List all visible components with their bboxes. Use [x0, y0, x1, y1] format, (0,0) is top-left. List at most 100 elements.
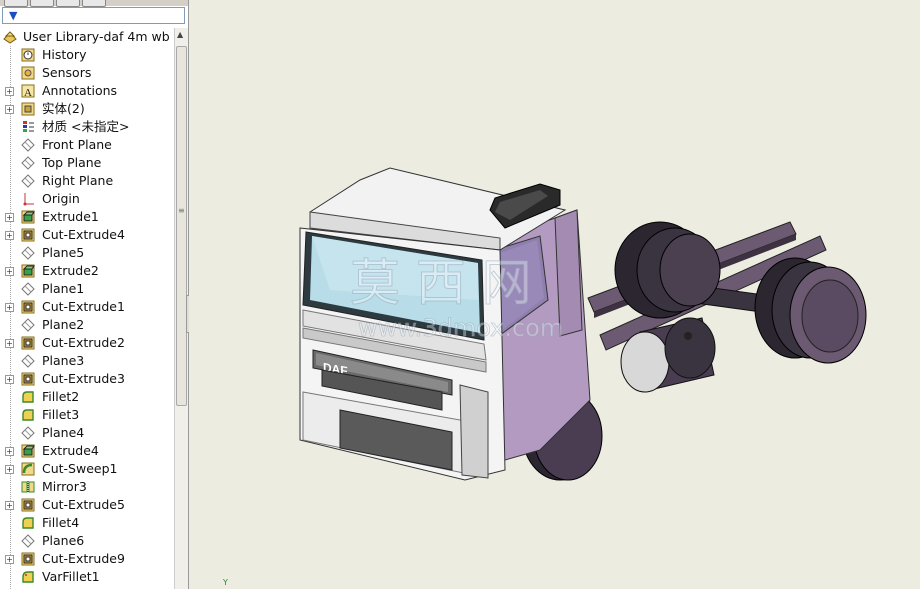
tree-item-[interactable]: 材质 <未指定>: [0, 118, 174, 136]
plane-icon: [21, 246, 35, 260]
tree-item-label: Annotations: [42, 83, 118, 98]
tree-root-label: User Library-daf 4m wb tr: [23, 29, 174, 44]
plane-icon: [21, 174, 35, 188]
tree-item-label: Front Plane: [42, 137, 112, 152]
tree-item-mirror3[interactable]: Mirror3: [0, 478, 174, 496]
solid-bodies-icon: [21, 102, 35, 116]
tab-configuration-manager[interactable]: [56, 0, 80, 7]
tree-item-plane6[interactable]: Plane6: [0, 532, 174, 550]
tree-item-label: Plane1: [42, 281, 85, 296]
tree-item-label: Cut-Extrude9: [42, 551, 125, 566]
scrollbar-thumb[interactable]: [176, 46, 187, 406]
tree-item-extrude1[interactable]: + Extrude1: [0, 208, 174, 226]
expand-icon[interactable]: +: [5, 267, 14, 276]
tree-item-cut-extrude5[interactable]: + Cut-Extrude5: [0, 496, 174, 514]
tree-item-label: Cut-Extrude3: [42, 371, 125, 386]
tree-item-extrude4[interactable]: + Extrude4: [0, 442, 174, 460]
tree-item-cut-extrude1[interactable]: + Cut-Extrude1: [0, 298, 174, 316]
expand-icon[interactable]: +: [5, 447, 14, 456]
tree-item-label: Plane5: [42, 245, 85, 260]
tree-item-cut-extrude3[interactable]: + Cut-Extrude3: [0, 370, 174, 388]
scroll-grip-icon: ≡: [178, 206, 185, 215]
expand-icon[interactable]: +: [5, 231, 14, 240]
extrude-icon: [21, 264, 35, 278]
tree-item-plane2[interactable]: Plane2: [0, 316, 174, 334]
tree-item-plane4[interactable]: Plane4: [0, 424, 174, 442]
tree-item-label: 材质 <未指定>: [42, 119, 130, 134]
svg-text:A: A: [24, 87, 32, 98]
cut-extrude-icon: [21, 228, 35, 242]
tree-item-origin[interactable]: Origin: [0, 190, 174, 208]
plane-icon: [21, 138, 35, 152]
tree-item-label: Fillet3: [42, 407, 80, 422]
truck-model: DAF 莫 西 网 www.3dmox.com: [299, 167, 867, 481]
tree-root-part[interactable]: User Library-daf 4m wb tr: [0, 28, 174, 46]
tree-item-plane5[interactable]: Plane5: [0, 244, 174, 262]
expand-icon[interactable]: +: [5, 555, 14, 564]
tree-item-label: Plane3: [42, 353, 85, 368]
tree-item-fillet2[interactable]: Fillet2: [0, 388, 174, 406]
tree-item-cut-sweep1[interactable]: + Cut-Sweep1: [0, 460, 174, 478]
cut-sweep-icon: [21, 462, 35, 476]
tree-item-label: VarFillet1: [42, 569, 100, 584]
tree-item-plane1[interactable]: Plane1: [0, 280, 174, 298]
tree-item-cut-extrude4[interactable]: + Cut-Extrude4: [0, 226, 174, 244]
tree-item-cut-extrude9[interactable]: + Cut-Extrude9: [0, 550, 174, 568]
scroll-up-icon[interactable]: ▲: [177, 30, 183, 39]
tree-item-cut-extrude2[interactable]: + Cut-Extrude2: [0, 334, 174, 352]
tree-item-extrude2[interactable]: + Extrude2: [0, 262, 174, 280]
fillet-icon: [21, 390, 35, 404]
tree-item-label: Extrude1: [42, 209, 99, 224]
expand-icon[interactable]: +: [5, 213, 14, 222]
cut-extrude-icon: [21, 300, 35, 314]
tree-item-label: Top Plane: [42, 155, 102, 170]
tree-item-2[interactable]: + 实体(2): [0, 100, 174, 118]
watermark-url: www.3dmox.com: [358, 314, 563, 342]
tree-item-fillet3[interactable]: Fillet3: [0, 406, 174, 424]
tree-item-top-plane[interactable]: Top Plane: [0, 154, 174, 172]
graphics-viewport[interactable]: DAF 莫 西 网 www.3dmox.com Y: [189, 0, 920, 589]
tree-filter-input[interactable]: ▼: [2, 7, 185, 24]
tree-item-label: Plane4: [42, 425, 85, 440]
material-icon: [21, 120, 35, 134]
tree-item-label: Sensors: [42, 65, 92, 80]
expand-icon[interactable]: +: [5, 105, 14, 114]
tree-item-varfillet1[interactable]: VarFillet1: [0, 568, 174, 586]
plane-icon: [21, 318, 35, 332]
expand-icon[interactable]: +: [5, 501, 14, 510]
tree-item-front-plane[interactable]: Front Plane: [0, 136, 174, 154]
filter-icon: ▼: [9, 9, 18, 22]
plane-icon: [21, 534, 35, 548]
feature-tree: User Library-daf 4m wb tr History Sensors +…: [0, 28, 174, 589]
tree-item-label: Cut-Extrude5: [42, 497, 125, 512]
tree-item-label: 实体(2): [42, 101, 85, 116]
tree-item-label: History: [42, 47, 87, 62]
tree-item-label: Fillet2: [42, 389, 80, 404]
tree-item-plane3[interactable]: Plane3: [0, 352, 174, 370]
tree-item-sensors[interactable]: Sensors: [0, 64, 174, 82]
expand-icon[interactable]: +: [5, 303, 14, 312]
expand-icon[interactable]: +: [5, 375, 14, 384]
sensors-icon: [21, 66, 35, 80]
tree-item-label: Cut-Sweep1: [42, 461, 118, 476]
expand-icon[interactable]: +: [5, 465, 14, 474]
tree-item-annotations[interactable]: + A Annotations: [0, 82, 174, 100]
tree-item-label: Right Plane: [42, 173, 114, 188]
plane-icon: [21, 426, 35, 440]
cut-extrude-icon: [21, 336, 35, 350]
tree-item-right-plane[interactable]: Right Plane: [0, 172, 174, 190]
tab-dim-xpert[interactable]: [82, 0, 106, 7]
fillet-icon: [21, 408, 35, 422]
expand-icon[interactable]: +: [5, 87, 14, 96]
tree-item-history[interactable]: History: [0, 46, 174, 64]
tab-property-manager[interactable]: [30, 0, 54, 7]
history-icon: [21, 48, 35, 62]
expand-icon[interactable]: +: [5, 339, 14, 348]
variable-fillet-icon: [21, 570, 35, 584]
plane-icon: [21, 282, 35, 296]
watermark-chinese: 莫 西 网: [350, 254, 532, 312]
tree-item-fillet4[interactable]: Fillet4: [0, 514, 174, 532]
tab-feature-manager[interactable]: [4, 0, 28, 7]
tree-item-label: Fillet4: [42, 515, 80, 530]
feature-manager-panel: ▼ User Library-daf 4m wb tr History Sensor…: [0, 0, 189, 589]
